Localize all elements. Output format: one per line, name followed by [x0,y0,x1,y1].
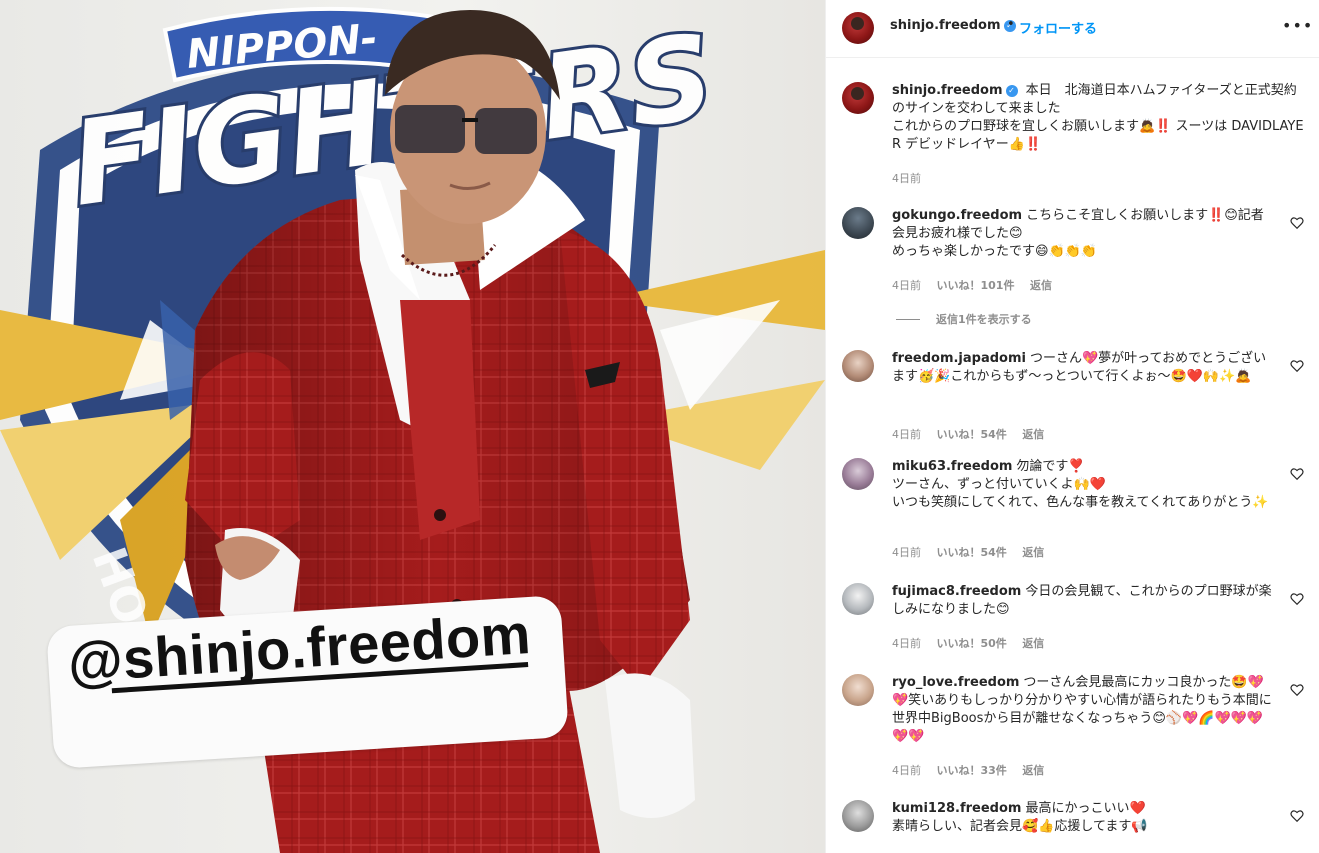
caption-username[interactable]: shinjo.freedom ✓ [892,83,1018,98]
comment-username[interactable]: kumi128.freedom [892,801,1021,816]
caption-text-line2: これからのプロ野球を宜しくお願いします🙇‼️ スーツは DAVIDLAYER デ… [892,119,1304,152]
comment-likes[interactable]: いいね！54件 [937,428,1007,441]
comment-body: freedom.japadomi つーさん💖夢が叶っておめでとうございます🥳🎉これ… [892,350,1276,386]
comments-list[interactable]: shinjo.freedom ✓ 本日 北海道日本ハムファイターズと正式契約のサイ… [826,59,1319,853]
comment-time: 4日前 [892,637,921,650]
comment-body: miku63.freedom 勿論です❣️ ツーさん、ずっと付いていくよ🙌❤️ い… [892,458,1276,512]
caption-body: shinjo.freedom ✓ 本日 北海道日本ハムファイターズと正式契約のサイ… [892,82,1306,154]
comment-text-line2: めっちゃ楽しかったです😄👏👏👏 [892,244,1098,259]
comment-likes[interactable]: いいね！54件 [937,546,1007,559]
post-photo[interactable]: FIGHTERS NIPPON- HO [0,0,825,853]
comment-username[interactable]: gokungo.freedom [892,208,1022,223]
comment-item: ryo_love.freedom つーさん会見最高にカッコ良かった🤩💖💖笑いありも… [842,674,1304,794]
view-replies-label: 返信1件を表示する [936,313,1032,326]
comment-meta: 4日前 いいね！33件 返信 [892,762,1056,778]
more-options-icon[interactable]: ••• [1282,16,1313,35]
comment-reply-button[interactable]: 返信 [1022,546,1044,559]
comment-body: gokungo.freedom こちらこそ宜しくお願いします‼️😊記者会見お疲れ様… [892,207,1276,261]
comment-avatar[interactable] [842,207,874,239]
comment-time: 4日前 [892,279,921,292]
author-username[interactable]: shinjo.freedom ✓ [890,18,1016,33]
follow-button[interactable]: フォローする [1019,18,1097,37]
comment-reply-button[interactable]: 返信 [1022,428,1044,441]
caption: shinjo.freedom ✓ 本日 北海道日本ハムファイターズと正式契約のサイ… [842,82,1304,192]
comment-item: kumi128.freedom 最高にかっこいい❤️ 素晴らしい、記者会見🥰👍応援… [842,800,1304,853]
comment-avatar[interactable] [842,800,874,832]
comment-text: 最高にかっこいい❤️ [1025,801,1146,816]
heart-outline-icon[interactable] [1290,467,1304,481]
comment-likes[interactable]: いいね！101件 [937,279,1015,292]
post-sidebar: shinjo.freedom ✓ • フォローする ••• shinjo.free… [825,0,1319,853]
author-avatar[interactable] [842,12,874,44]
header-separator: • [1007,17,1015,32]
comment-avatar[interactable] [842,350,874,382]
comment-time: 4日前 [892,764,921,777]
comment-text-line2: 素晴らしい、記者会見🥰👍応援してます📢 [892,819,1148,834]
heart-outline-icon[interactable] [1290,683,1304,697]
comment-body: fujimac8.freedom 今日の会見観て、これからのプロ野球が楽しみになり… [892,583,1276,619]
author-username-text: shinjo.freedom [890,18,1001,33]
comment-body: ryo_love.freedom つーさん会見最高にカッコ良かった🤩💖💖笑いありも… [892,674,1276,746]
comment-text-line3: いつも笑顔にしてくれて、色んな事を教えてくれてありがとう✨ [892,495,1269,510]
comment-avatar[interactable] [842,583,874,615]
comment-item: fujimac8.freedom 今日の会見観て、これからのプロ野球が楽しみになり… [842,583,1304,663]
heart-outline-icon[interactable] [1290,809,1304,823]
comment-item: miku63.freedom 勿論です❣️ ツーさん、ずっと付いていくよ🙌❤️ い… [842,458,1304,578]
post-header: shinjo.freedom ✓ • フォローする ••• [826,0,1319,58]
comment-reply-button[interactable]: 返信 [1022,637,1044,650]
comment-text-line2: ツーさん、ずっと付いていくよ🙌❤️ [892,477,1106,492]
verified-badge-icon: ✓ [1005,85,1018,97]
comment-avatar[interactable] [842,674,874,706]
caption-avatar[interactable] [842,82,874,114]
comment-text: 勿論です❣️ [1016,459,1085,474]
comment-reply-button[interactable]: 返信 [1022,764,1044,777]
comment-body: kumi128.freedom 最高にかっこいい❤️ 素晴らしい、記者会見🥰👍応援… [892,800,1276,836]
comment-time: 4日前 [892,546,921,559]
heart-outline-icon[interactable] [1290,592,1304,606]
view-replies-button[interactable]: 返信1件を表示する [896,311,1032,327]
comment-meta: 4日前 いいね！101件 返信 [892,277,1064,293]
comment-username[interactable]: miku63.freedom [892,459,1012,474]
comment-item: freedom.japadomi つーさん💖夢が叶っておめでとうございます🥳🎉これ… [842,350,1304,470]
comment-meta: 4日前 いいね！54件 返信 [892,544,1056,560]
comment-avatar[interactable] [842,458,874,490]
caption-meta: 4日前 [892,170,933,186]
comment-meta: 4日前 いいね！54件 返信 [892,426,1056,442]
comment-likes[interactable]: いいね！33件 [937,764,1007,777]
comment-time: 4日前 [892,428,921,441]
replies-line [896,319,920,320]
comment-reply-button[interactable]: 返信 [1030,279,1052,292]
heart-outline-icon[interactable] [1290,359,1304,373]
comment-username[interactable]: freedom.japadomi [892,351,1026,366]
comment-meta: 4日前 いいね！50件 返信 [892,635,1056,651]
comment-likes[interactable]: いいね！50件 [937,637,1007,650]
comment-username[interactable]: fujimac8.freedom [892,584,1021,599]
caption-time: 4日前 [892,172,921,185]
heart-outline-icon[interactable] [1290,216,1304,230]
comment-username[interactable]: ryo_love.freedom [892,675,1019,690]
